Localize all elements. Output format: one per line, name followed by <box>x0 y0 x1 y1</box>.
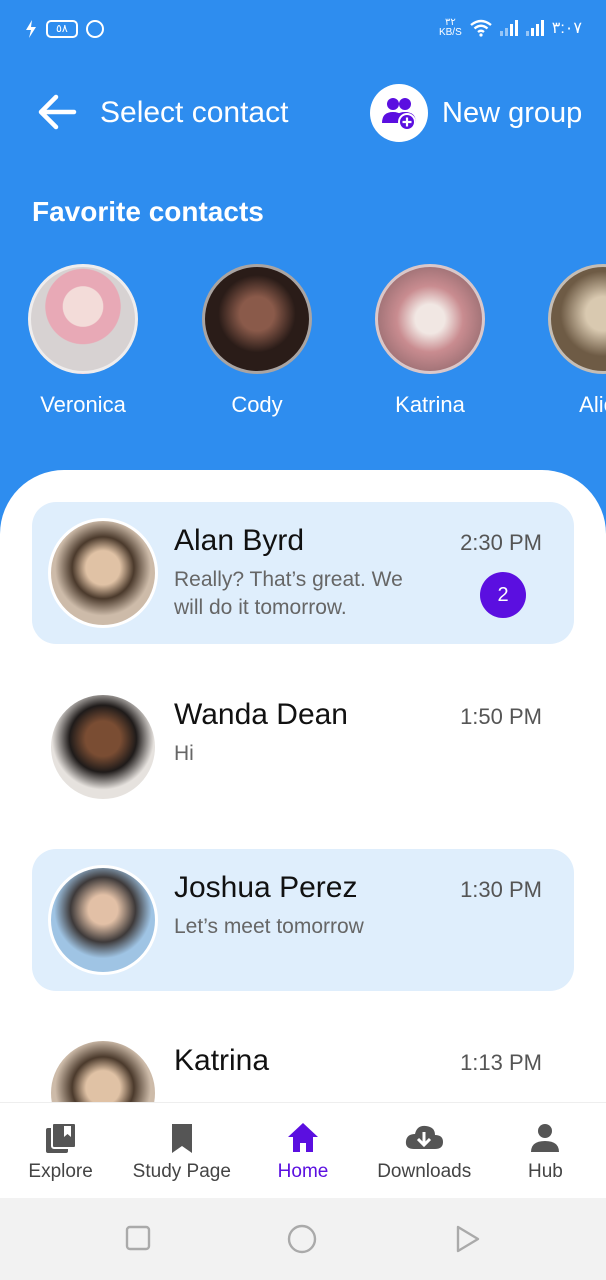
favorite-name: Cody <box>231 392 283 417</box>
chat-list: Alan Byrd 2:30 PM Really? That’s great. … <box>0 470 606 1110</box>
wifi-icon <box>470 19 492 37</box>
favorite-contact[interactable]: Alice <box>528 264 606 418</box>
chat-message: Really? That’s great. We will do it tomo… <box>174 568 403 619</box>
signal-icon-2 <box>525 20 544 36</box>
new-group-button[interactable]: New group <box>370 84 582 142</box>
favorite-name: Alice <box>579 392 606 417</box>
network-speed: ٣٢ KB/S <box>438 17 462 38</box>
chat-item[interactable]: Katrina 1:13 PM <box>32 1022 574 1110</box>
nav-label: Home <box>277 1161 329 1182</box>
nav-hub[interactable]: Hub <box>485 1103 606 1198</box>
nav-label: Explore <box>28 1161 93 1182</box>
chat-time: 1:13 PM <box>460 1050 542 1075</box>
home-icon <box>288 1123 318 1152</box>
nav-downloads[interactable]: Downloads <box>364 1103 485 1198</box>
avatar <box>375 264 485 374</box>
favorite-name: Veronica <box>40 392 126 417</box>
group-add-icon <box>370 84 428 142</box>
chat-item[interactable]: Joshua Perez 1:30 PM Let’s meet tomorrow <box>32 849 574 991</box>
chat-item[interactable]: Alan Byrd 2:30 PM Really? That’s great. … <box>32 502 574 644</box>
nav-label: Study Page <box>132 1161 231 1182</box>
charging-icon <box>26 20 36 38</box>
avatar <box>548 264 606 374</box>
avatar <box>48 692 158 802</box>
chat-message: Let’s meet tomorrow <box>174 915 364 938</box>
favorites-title: Favorite contacts <box>32 196 264 227</box>
nav-study-page[interactable]: Study Page <box>121 1103 242 1198</box>
unread-badge: 2 <box>480 572 526 618</box>
new-group-label: New group <box>442 96 583 129</box>
avatar <box>28 264 138 374</box>
app-header: Select contact New group <box>0 80 606 148</box>
avatar <box>48 865 158 975</box>
nav-label: Hub <box>527 1161 563 1182</box>
bottom-navigation: Explore Study Page Home Downloads Hub <box>0 1102 606 1198</box>
chat-item[interactable]: Wanda Dean 1:50 PM Hi <box>32 676 574 818</box>
favorite-contact[interactable]: Cody <box>182 264 332 418</box>
person-icon <box>531 1124 560 1152</box>
chat-name: Katrina <box>174 1044 270 1077</box>
avatar <box>48 518 158 628</box>
chat-time: 1:50 PM <box>460 704 542 729</box>
chat-time: 1:30 PM <box>460 877 542 902</box>
battery-indicator: ٥٨ <box>46 20 78 38</box>
chat-name: Wanda Dean <box>174 698 348 731</box>
bookmark-icon <box>171 1124 192 1153</box>
nav-home[interactable]: Home <box>242 1103 363 1198</box>
favorite-name: Katrina <box>395 392 465 417</box>
arrow-left-icon <box>38 94 77 130</box>
chat-message: Hi <box>174 742 194 765</box>
chat-name: Joshua Perez <box>174 871 358 904</box>
favorite-contact[interactable]: Katrina <box>355 264 505 418</box>
chat-time: 2:30 PM <box>460 530 542 555</box>
chat-name: Alan Byrd <box>174 524 305 557</box>
rotation-lock-icon <box>85 20 104 38</box>
back-button[interactable] <box>34 92 80 132</box>
status-bar: ٥٨ ٣٢ KB/S ٣:٠٧ <box>0 0 606 62</box>
recent-apps-icon[interactable] <box>124 1224 152 1252</box>
library-icon <box>45 1122 77 1153</box>
system-navigation-bar <box>0 1198 606 1280</box>
nav-explore[interactable]: Explore <box>0 1103 121 1198</box>
clock: ٣:٠٧ <box>551 20 582 37</box>
favorite-contact[interactable]: Veronica <box>8 264 158 418</box>
signal-icon <box>499 20 518 36</box>
nav-label: Downloads <box>377 1161 472 1182</box>
page-title: Select contact <box>100 96 289 129</box>
avatar <box>48 1038 158 1110</box>
avatar <box>202 264 312 374</box>
back-system-icon[interactable] <box>452 1224 482 1254</box>
home-system-icon[interactable] <box>286 1224 318 1256</box>
favorites-list: Veronica Cody Katrina Alice <box>0 264 606 434</box>
cloud-download-icon <box>406 1125 444 1149</box>
